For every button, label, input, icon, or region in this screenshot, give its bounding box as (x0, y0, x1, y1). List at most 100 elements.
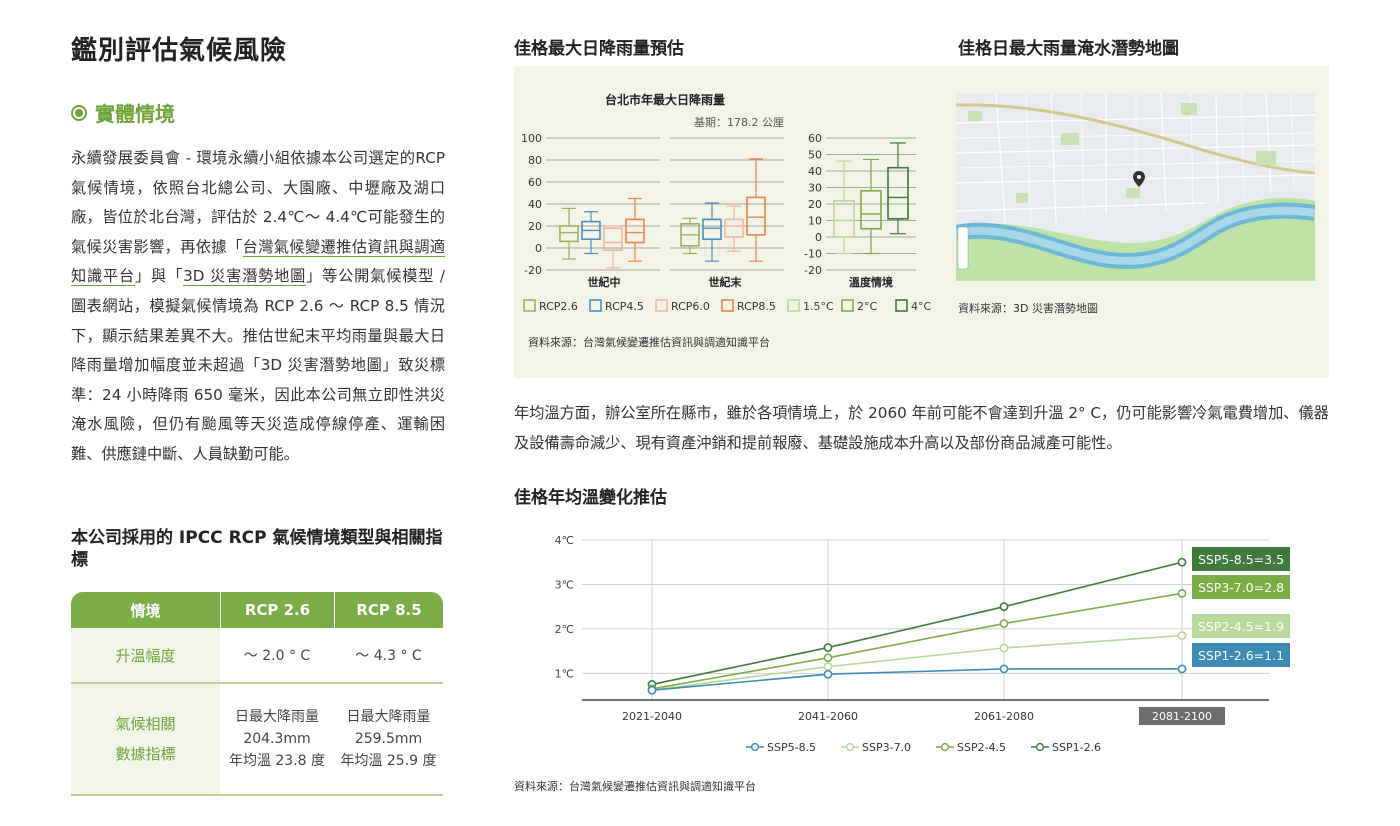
legend-marker (845, 742, 855, 752)
temperature-chart-heading: 佳格年均溫變化推估 (514, 488, 667, 508)
legend-item: RCP8.5 (721, 299, 776, 313)
data-point (823, 669, 833, 679)
legend-label: 2°C (857, 300, 877, 313)
box-legend: RCP2.6 RCP4.5 RCP6.0 RCP8.5 1.5°C 2°C 4°C (523, 299, 931, 313)
y-tick-label: 1℃ (555, 667, 574, 680)
box-iqr (625, 218, 645, 244)
end-value-label: SSP2-4.5=1.9 (1192, 614, 1290, 638)
box-mark (581, 211, 601, 255)
temperature-paragraph: 年均溫方面，辦公室所在縣市，雖於各項情境上，於 2060 年前可能不會達到升溫 … (514, 404, 1329, 452)
end-label-text: SSP5-8.5=3.5 (1198, 552, 1284, 567)
legend-item: SSP5-8.5 (746, 741, 816, 754)
y-tick-label: 80 (528, 154, 542, 167)
box-chart-2-ticks: 60 50 40 30 20 10 0 -10 -20 (804, 132, 822, 277)
legend-item: RCP4.5 (589, 299, 644, 313)
data-point (1177, 631, 1187, 640)
table-row: 升溫幅度 ～ 2.0 ° C ～ 4.3 ° C (71, 628, 443, 684)
box-mark (887, 142, 909, 235)
section-title-text: 實體情境 (95, 102, 175, 126)
box-chart-2-groups: 溫度情境 (849, 275, 893, 289)
series-line (651, 634, 1183, 692)
box-iqr (860, 190, 882, 230)
legend-label: RCP6.0 (671, 300, 710, 313)
y-tick-label: 100 (521, 132, 542, 145)
box-mark (860, 158, 882, 255)
box-chart-1-boxes (559, 158, 766, 269)
legend-swatch (721, 299, 734, 312)
legend-swatch (841, 299, 854, 312)
data-point (1177, 557, 1187, 567)
legend-swatch (655, 299, 668, 312)
map-source: 資料來源：3D 災害潛勢地圖 (958, 302, 1098, 315)
row-label-warming: 升溫幅度 (71, 628, 220, 684)
legend-item: 1.5°C (787, 299, 834, 313)
end-value-label: SSP5-8.5=3.5 (1192, 547, 1290, 571)
row-label-indicators: 氣候相關 數據指標 (71, 684, 220, 796)
box-mark (724, 205, 744, 252)
legend-label: 1.5°C (803, 300, 834, 313)
flood-potential-map (956, 93, 1315, 281)
y-tick-label: -20 (804, 264, 822, 277)
end-value-label: SSP1-2.6=1.1 (1192, 643, 1290, 667)
cell-rcp85-warming: ～ 4.3 ° C (334, 628, 443, 684)
legend-label: SSP3-7.0 (862, 741, 911, 754)
data-point (999, 643, 1009, 653)
legend-label: RCP4.5 (605, 300, 644, 313)
legend-label: RCP8.5 (737, 300, 776, 313)
y-tick-label: -10 (804, 248, 822, 261)
bottom-source: 資料來源：台灣氣候變遷推估資訊與調適知識平台 (514, 780, 756, 793)
table-header-rcp85: RCP 8.5 (334, 592, 443, 628)
y-tick-label: 60 (528, 176, 542, 189)
legend-marker (750, 742, 760, 752)
end-label-text: SSP2-4.5=1.9 (1198, 619, 1284, 634)
legend-label: SSP1-2.6 (1052, 741, 1101, 754)
box-chart-subtitle: 基期：178.2 公厘 (694, 116, 784, 129)
x-tick-label: 2021-2040 (622, 710, 682, 723)
y-tick-label: -20 (524, 264, 542, 277)
panel-source: 資料來源：台灣氣候變遷推估資訊與調適知識平台 (528, 336, 770, 349)
legend-label: 4°C (911, 300, 931, 313)
box-chart-1-grid (546, 137, 784, 271)
rain-chart-heading: 佳格最大日降雨量預估 (514, 39, 684, 59)
box-mark (603, 225, 623, 269)
disaster-map-link[interactable]: 3D 災害潛勢地圖 (183, 267, 307, 287)
x-tick-label: 2041-2060 (798, 710, 858, 723)
group-label: 溫度情境 (849, 275, 893, 289)
rain-box-charts: 台北市年最大日降雨量 基期：178.2 公厘 100806040200-20 世… (521, 92, 916, 289)
box-mark (746, 158, 766, 262)
y-tick-label: 10 (808, 215, 822, 228)
data-point (823, 662, 833, 672)
table-header-scenario: 情境 (71, 592, 220, 628)
cell-rcp85-indicators: 日最大降雨量 259.5mm 年均溫 25.9 度 (334, 684, 443, 796)
x-tick-label: 2081-2100 (1152, 710, 1212, 723)
table-title: 本公司採用的 IPCC RCP 氣候情境類型與相關指標 (71, 528, 443, 570)
y-tick-label: 40 (808, 165, 822, 178)
box-iqr (887, 166, 909, 220)
legend-item: 2°C (841, 299, 877, 313)
box-mark (833, 160, 855, 255)
y-tick-label: 30 (808, 182, 822, 195)
y-tick-label: 60 (808, 132, 822, 145)
data-point (999, 602, 1009, 612)
box-mark (559, 207, 579, 260)
table-row: 氣候相關 數據指標 日最大降雨量 204.3mm 年均溫 23.8 度 日最大降… (71, 684, 443, 796)
data-point (999, 619, 1009, 628)
end-label-text: SSP1-2.6=1.1 (1198, 648, 1284, 663)
box-chart-1-ticks: 100 80 60 40 20 0 -20 (521, 132, 542, 277)
map-heading: 佳格日最大雨量淹水潛勢地圖 (958, 39, 1179, 59)
data-point (823, 653, 833, 663)
table-header-rcp26: RCP 2.6 (220, 592, 334, 628)
box-iqr (724, 218, 744, 238)
page-title: 鑑別評估氣候風險 (71, 36, 288, 66)
legend-marker (940, 742, 950, 752)
end-label-text: SSP3-7.0=2.8 (1198, 580, 1284, 595)
legend-swatch (589, 299, 602, 312)
section-title: 實體情境 (71, 98, 175, 127)
group-label: 世紀末 (709, 275, 743, 289)
legend-marker (1035, 742, 1045, 752)
y-tick-label: 50 (808, 149, 822, 162)
y-tick-label: 0 (815, 231, 822, 244)
legend-label: RCP2.6 (539, 300, 578, 313)
legend-item: SSP2-4.5 (936, 741, 1006, 754)
box-chart-1-groups: 世紀中 世紀末 (588, 275, 743, 289)
